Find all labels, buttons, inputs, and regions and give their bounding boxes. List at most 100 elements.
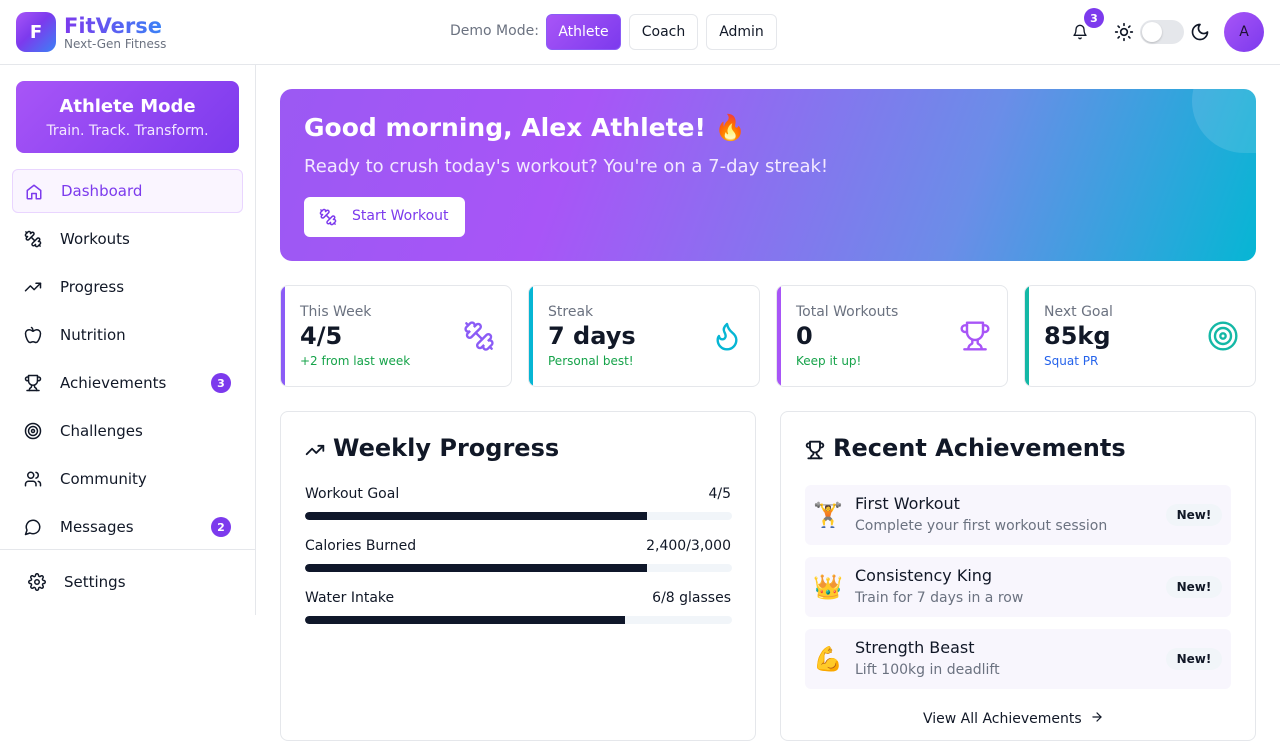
stat-value: 4/5 xyxy=(300,322,343,350)
progress-value: 4/5 xyxy=(708,486,731,502)
moon-icon xyxy=(1190,22,1210,42)
sidebar-item-settings[interactable]: Settings xyxy=(16,560,239,604)
weightlifter-icon: 🏋️ xyxy=(813,501,843,529)
sidebar-item-label: Messages xyxy=(60,518,134,536)
sidebar-item-label: Workouts xyxy=(60,230,130,248)
trophy-icon xyxy=(959,320,991,352)
trophy-icon xyxy=(24,374,42,392)
stat-value: 85kg xyxy=(1044,322,1111,350)
recent-achievements-title: Recent Achievements xyxy=(833,434,1126,462)
mode-card-subtitle: Train. Track. Transform. xyxy=(46,123,209,139)
dumbbell-icon xyxy=(319,208,337,226)
achievement-item[interactable]: 👑 Consistency King Train for 7 days in a… xyxy=(805,557,1231,617)
stat-accent-bar xyxy=(777,286,781,386)
progress-label: Workout Goal xyxy=(305,486,400,502)
progress-fill xyxy=(305,512,647,520)
mode-card-title: Athlete Mode xyxy=(59,96,196,117)
athlete-mode-card: Athlete Mode Train. Track. Transform. xyxy=(16,81,239,153)
stat-accent-bar xyxy=(1025,286,1029,386)
sidebar-item-community[interactable]: Community xyxy=(12,457,243,501)
achievements-badge: 3 xyxy=(211,373,231,393)
weekly-progress-panel: Weekly Progress Workout Goal 4/5 Calorie… xyxy=(280,411,756,741)
achievement-item[interactable]: 🏋️ First Workout Complete your first wor… xyxy=(805,485,1231,545)
calories-progress-bar xyxy=(305,564,732,572)
crown-icon: 👑 xyxy=(813,573,843,601)
home-icon xyxy=(25,183,43,201)
achievement-description: Complete your first workout session xyxy=(855,518,1108,534)
hero-subtitle: Ready to crush today's workout? You're o… xyxy=(304,156,829,177)
stat-note: Personal best! xyxy=(548,354,634,368)
sidebar: Athlete Mode Train. Track. Transform. Da… xyxy=(0,65,256,615)
achievement-description: Train for 7 days in a row xyxy=(855,590,1024,606)
progress-fill xyxy=(305,616,626,624)
sidebar-item-label: Community xyxy=(60,470,147,488)
sidebar-item-dashboard[interactable]: Dashboard xyxy=(12,169,243,213)
theme-toggle[interactable] xyxy=(1140,20,1184,44)
recent-achievements-panel: Recent Achievements 🏋️ First Workout Com… xyxy=(780,411,1256,741)
avatar[interactable]: A xyxy=(1224,12,1264,52)
gear-icon xyxy=(28,573,46,591)
achievement-item[interactable]: 💪 Strength Beast Lift 100kg in deadlift … xyxy=(805,629,1231,689)
sidebar-item-progress[interactable]: Progress xyxy=(12,265,243,309)
new-badge: New! xyxy=(1166,648,1222,670)
dumbbell-icon xyxy=(24,230,42,248)
achievement-title: First Workout xyxy=(855,494,960,513)
brand-name[interactable]: FitVerse xyxy=(64,13,162,39)
sidebar-item-challenges[interactable]: Challenges xyxy=(12,409,243,453)
mode-athlete-button[interactable]: Athlete xyxy=(546,14,621,50)
sidebar-item-workouts[interactable]: Workouts xyxy=(12,217,243,261)
sidebar-item-label: Nutrition xyxy=(60,326,126,344)
sidebar-divider xyxy=(0,549,255,550)
start-workout-button[interactable]: Start Workout xyxy=(304,197,465,237)
stat-accent-bar xyxy=(281,286,285,386)
stat-value: 0 xyxy=(796,322,813,350)
target-icon xyxy=(24,422,42,440)
new-badge: New! xyxy=(1166,504,1222,526)
flame-icon xyxy=(711,320,743,352)
progress-label: Calories Burned xyxy=(305,538,417,554)
stat-label: This Week xyxy=(300,304,372,320)
trending-up-icon xyxy=(305,440,325,460)
sun-icon xyxy=(1114,22,1134,42)
stat-value: 7 days xyxy=(548,322,636,350)
mode-admin-button[interactable]: Admin xyxy=(706,14,777,50)
progress-fill xyxy=(305,564,647,572)
sidebar-item-label: Achievements xyxy=(60,374,167,392)
sidebar-item-nutrition[interactable]: Nutrition xyxy=(12,313,243,357)
progress-label: Water Intake xyxy=(305,590,395,606)
mode-coach-button[interactable]: Coach xyxy=(629,14,698,50)
stat-card-total-workouts[interactable]: Total Workouts 0 Keep it up! xyxy=(776,285,1008,387)
stat-label: Next Goal xyxy=(1044,304,1113,320)
stat-note: +2 from last week xyxy=(300,354,411,368)
sidebar-item-achievements[interactable]: Achievements 3 xyxy=(12,361,243,405)
demo-mode-label: Demo Mode: xyxy=(450,23,539,39)
hero-greeting: Good morning, Alex Athlete! 🔥 xyxy=(304,113,746,142)
arrow-right-icon xyxy=(1090,710,1104,728)
users-icon xyxy=(24,470,42,488)
start-workout-label: Start Workout xyxy=(352,208,449,224)
logo-icon[interactable]: F xyxy=(16,12,56,52)
sidebar-item-label: Progress xyxy=(60,278,125,296)
workout-goal-progress-bar xyxy=(305,512,732,520)
brand-tagline: Next-Gen Fitness xyxy=(64,37,167,51)
flexed-biceps-icon: 💪 xyxy=(813,645,843,673)
hero-decoration xyxy=(1192,89,1256,153)
stat-accent-bar xyxy=(529,286,533,386)
message-icon xyxy=(24,518,42,536)
top-header: F FitVerse Next-Gen Fitness Demo Mode: A… xyxy=(0,0,1280,65)
trophy-icon xyxy=(805,440,825,460)
water-progress-bar xyxy=(305,616,732,624)
stat-note: Keep it up! xyxy=(796,354,862,368)
stat-card-streak[interactable]: Streak 7 days Personal best! xyxy=(528,285,760,387)
view-all-achievements-link[interactable]: View All Achievements xyxy=(923,710,1104,728)
stat-card-next-goal[interactable]: Next Goal 85kg Squat PR xyxy=(1024,285,1256,387)
stat-card-this-week[interactable]: This Week 4/5 +2 from last week xyxy=(280,285,512,387)
progress-value: 6/8 glasses xyxy=(652,590,731,606)
stat-label: Total Workouts xyxy=(796,304,899,320)
toggle-knob xyxy=(1142,22,1162,42)
weekly-progress-title: Weekly Progress xyxy=(333,434,560,462)
target-icon xyxy=(1207,320,1239,352)
sidebar-item-label: Challenges xyxy=(60,422,143,440)
dumbbell-icon xyxy=(463,320,495,352)
sidebar-item-messages[interactable]: Messages 2 xyxy=(12,505,243,549)
